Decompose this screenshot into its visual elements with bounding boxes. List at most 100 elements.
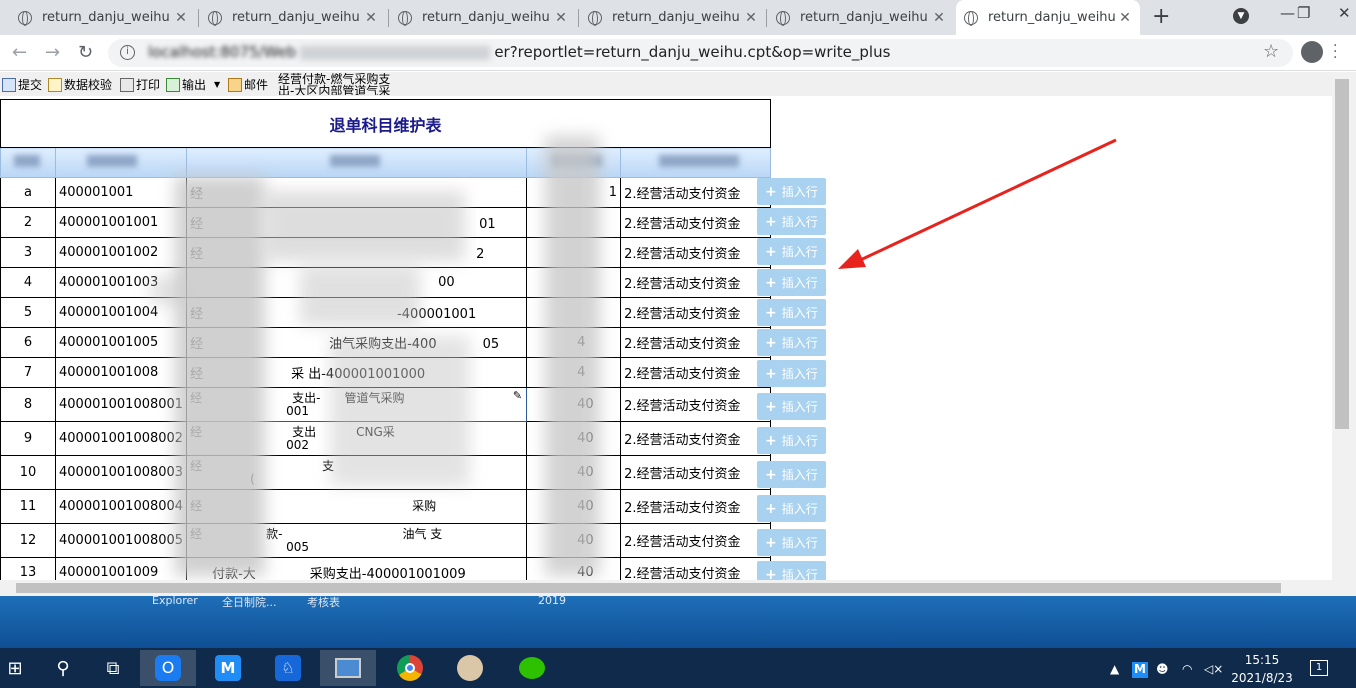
desktop-label[interactable]: 全日制院... xyxy=(222,594,277,610)
email-label: 邮件 xyxy=(244,78,269,92)
type-cell[interactable]: 2.经营活动支付资金 xyxy=(620,421,772,456)
back-icon[interactable]: ← xyxy=(12,42,27,63)
code-cell[interactable]: 400001001005 xyxy=(54,327,188,358)
insert-row-button[interactable]: + 插入行 xyxy=(757,393,826,420)
task-view-icon[interactable]: ⧉ xyxy=(90,650,136,686)
notification-icon[interactable]: 1 xyxy=(1310,660,1328,676)
code-cell[interactable]: 400001001008 xyxy=(54,357,188,388)
more-menu-icon[interactable]: · · · xyxy=(1333,39,1337,65)
report-title: 退单科目维护表 xyxy=(0,99,772,148)
type-cell[interactable]: 2.经营活动支付资金 xyxy=(620,455,772,490)
restore-icon[interactable]: ❐ xyxy=(1297,4,1310,22)
table-row[interactable]: 13 400001001009 付款-大采购支出-400001001009 40… xyxy=(0,557,772,580)
volume-icon[interactable]: ◁× xyxy=(1204,662,1223,676)
desktop-label[interactable]: 考核表 xyxy=(307,594,340,610)
code-cell[interactable]: 400001001008005 xyxy=(54,523,188,558)
insert-row-button[interactable]: + 插入行 xyxy=(757,299,826,326)
browser-tab-active[interactable]: return_danju_weihu ✕ xyxy=(956,0,1140,35)
url-input[interactable]: i localhost:8075/Web er?reportlet=return_… xyxy=(108,39,1293,67)
insert-row-button[interactable]: + 插入行 xyxy=(757,329,826,356)
edit-pencil-icon[interactable]: ✎ xyxy=(513,389,522,402)
insert-row-button[interactable]: + 插入行 xyxy=(757,529,826,556)
code-cell[interactable]: 400001001008004 xyxy=(54,489,188,524)
wechat-icon[interactable] xyxy=(504,650,560,686)
insert-row-button[interactable]: + 插入行 xyxy=(757,269,826,296)
type-cell[interactable]: 2.经营活动支付资金 xyxy=(620,327,772,358)
export-button[interactable]: 输出 ▼ xyxy=(166,76,220,93)
dropdown-arrow-icon[interactable]: ▼ xyxy=(214,80,220,89)
type-cell[interactable]: 2.经营活动支付资金 xyxy=(620,523,772,558)
clock[interactable]: 15:15 2021/8/23 xyxy=(1222,651,1302,687)
close-tab-icon[interactable]: ✕ xyxy=(1116,10,1134,26)
type-cell[interactable]: 2.经营活动支付资金 xyxy=(620,177,772,208)
insert-row-button[interactable]: + 插入行 xyxy=(757,427,826,454)
close-tab-icon[interactable]: ✕ xyxy=(552,10,570,26)
type-cell[interactable]: 2.经营活动支付资金 xyxy=(620,297,772,328)
vertical-scroll-thumb[interactable] xyxy=(1335,79,1349,429)
windows-start-icon[interactable]: ⊞ xyxy=(0,650,30,686)
tray-expand-icon[interactable]: ▲ xyxy=(1110,662,1119,676)
tab-search-icon[interactable]: ▼ xyxy=(1233,8,1249,24)
tray-mail-icon[interactable]: M xyxy=(1132,662,1148,678)
code-cell[interactable]: 400001001 xyxy=(54,177,188,208)
bookmark-star-icon[interactable]: ☆ xyxy=(1263,41,1279,62)
browser-app-icon[interactable]: O xyxy=(140,650,196,686)
insert-row-button[interactable]: + 插入行 xyxy=(757,561,826,580)
type-cell[interactable]: 2.经营活动支付资金 xyxy=(620,387,772,422)
insert-row-button[interactable]: + 插入行 xyxy=(757,461,826,488)
browser-tab[interactable]: return_danju_weihu ✕ xyxy=(10,0,196,35)
submit-button[interactable]: 提交 xyxy=(2,76,42,93)
type-cell[interactable]: 2.经营活动支付资金 xyxy=(620,357,772,388)
row-number: 5 xyxy=(0,297,56,328)
code-cell[interactable]: 400001001001 xyxy=(54,207,188,238)
close-tab-icon[interactable]: ✕ xyxy=(172,10,190,26)
avatar-app-icon[interactable] xyxy=(442,650,498,686)
close-tab-icon[interactable]: ✕ xyxy=(930,10,948,26)
insert-row-button[interactable]: + 插入行 xyxy=(757,178,826,205)
type-cell[interactable]: 2.经营活动支付资金 xyxy=(620,237,772,268)
type-cell[interactable]: 2.经营活动支付资金 xyxy=(620,267,772,298)
table-row[interactable]: 11 400001001008004 经采购 40 2.经营活动支付资金 xyxy=(0,489,772,524)
email-button[interactable]: 邮件 xyxy=(228,76,268,93)
insert-row-button[interactable]: + 插入行 xyxy=(757,360,826,387)
mail-app-icon[interactable]: M xyxy=(200,650,256,686)
browser-tab[interactable]: return_danju_weihu ✕ xyxy=(768,0,954,35)
contacts-app-icon[interactable]: ♘ xyxy=(260,650,316,686)
code-cell[interactable]: 400001001009 xyxy=(54,557,188,580)
tray-qq-icon[interactable]: ☻ xyxy=(1156,662,1169,676)
code-cell[interactable]: 400001001008003 xyxy=(54,455,188,490)
validate-button[interactable]: 数据校验 xyxy=(48,76,112,93)
insert-row-label: 插入行 xyxy=(781,215,818,229)
close-tab-icon[interactable]: ✕ xyxy=(742,10,760,26)
insert-row-label: 插入行 xyxy=(781,185,818,199)
horizontal-scroll-thumb[interactable] xyxy=(16,583,1281,593)
chrome-icon[interactable] xyxy=(382,650,438,686)
code-cell[interactable]: 400001001008002 xyxy=(54,421,188,456)
code-cell[interactable]: 400001001002 xyxy=(54,237,188,268)
search-icon[interactable]: ⚲ xyxy=(40,650,86,686)
profile-avatar[interactable] xyxy=(1301,41,1323,63)
tab-title: return_danju_weihu xyxy=(232,10,360,25)
new-tab-button[interactable]: + xyxy=(1152,4,1170,29)
type-cell[interactable]: 2.经营活动支付资金 xyxy=(620,207,772,238)
remote-desktop-icon[interactable] xyxy=(320,650,376,686)
type-cell[interactable]: 2.经营活动支付资金 xyxy=(620,489,772,524)
table-row[interactable]: 12 400001001008005 经款-油气 支 005 40 2.经营活动… xyxy=(0,523,772,558)
tab-title: return_danju_weihu xyxy=(422,10,550,25)
browser-tab[interactable]: return_danju_weihu ✕ xyxy=(200,0,386,35)
info-icon[interactable]: i xyxy=(120,45,135,60)
close-tab-icon[interactable]: ✕ xyxy=(362,10,380,26)
close-window-icon[interactable]: ✕ xyxy=(1338,4,1351,22)
wifi-icon[interactable]: ◠ xyxy=(1182,662,1192,676)
browser-tab[interactable]: return_danju_weihu ✕ xyxy=(580,0,766,35)
reload-icon[interactable]: ↻ xyxy=(78,42,93,63)
insert-row-button[interactable]: + 插入行 xyxy=(757,495,826,522)
type-cell[interactable]: 2.经营活动支付资金 xyxy=(620,557,772,580)
forward-icon[interactable]: → xyxy=(45,42,60,63)
print-button[interactable]: 打印 xyxy=(120,76,160,93)
insert-row-button[interactable]: + 插入行 xyxy=(757,208,826,235)
browser-tab[interactable]: return_danju_weihu ✕ xyxy=(390,0,576,35)
minimize-icon[interactable]: — xyxy=(1280,4,1295,22)
insert-row-button[interactable]: + 插入行 xyxy=(757,238,826,265)
code-cell[interactable]: 400001001008001 xyxy=(54,387,188,422)
